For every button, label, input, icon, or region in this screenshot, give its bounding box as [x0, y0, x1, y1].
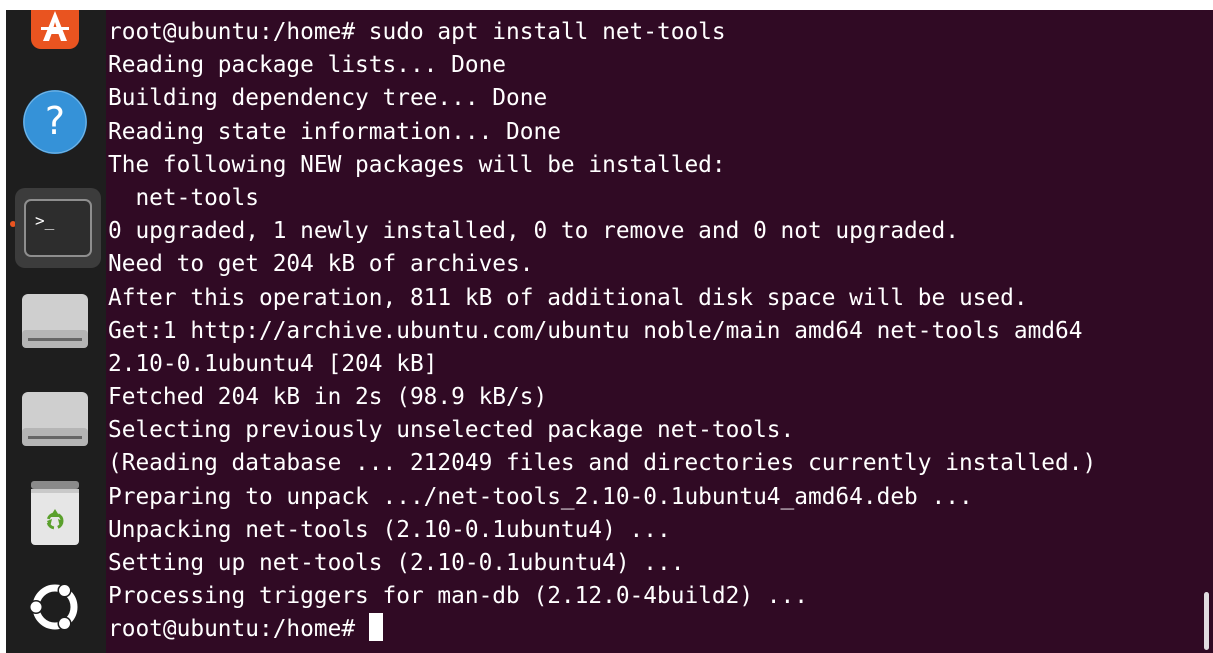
terminal-glyph: >_	[35, 211, 55, 230]
dock-item-help[interactable]: ?	[20, 87, 90, 157]
terminal-line: Reading state information... Done	[108, 118, 561, 145]
terminal-line: (Reading database ... 212049 files and d…	[108, 450, 1097, 477]
terminal-line: net-tools	[108, 184, 259, 211]
terminal-icon: >_	[24, 199, 92, 257]
ubuntu-logo-icon	[29, 583, 78, 631]
terminal-line: Reading package lists... Done	[108, 52, 507, 79]
terminal-line: Unpacking net-tools (2.10-0.1ubuntu4) ..…	[108, 516, 671, 543]
terminal-cursor	[368, 613, 383, 642]
terminal-window[interactable]: root@ubuntu:/home# sudo apt install net-…	[106, 10, 1213, 653]
dock-item-app-center[interactable]	[20, 10, 90, 60]
terminal-line: Selecting previously unselected package …	[108, 417, 795, 444]
dock-item-terminal[interactable]: >_	[15, 188, 101, 268]
terminal-line: 0 upgraded, 1 newly installed, 0 to remo…	[108, 218, 959, 245]
desktop-screen: ? >_ root@ubuntu:/home# sudo apt install…	[6, 10, 1213, 653]
help-glyph: ?	[45, 99, 65, 143]
help-icon: ?	[23, 90, 87, 154]
terminal-line: Building dependency tree... Done	[108, 85, 548, 112]
drive-icon	[22, 294, 88, 348]
app-center-icon	[31, 10, 79, 49]
terminal-prompt-line[interactable]: root@ubuntu:/home#	[108, 613, 1096, 646]
drive-icon	[22, 392, 88, 446]
dock-item-trash[interactable]	[20, 478, 90, 548]
dock-item-show-apps[interactable]	[20, 572, 90, 642]
terminal-line: 2.10-0.1ubuntu4 [204 kB]	[108, 350, 438, 377]
terminal-line: Processing triggers for man-db (2.12.0-4…	[108, 583, 808, 610]
terminal-line: Need to get 204 kB of archives.	[108, 251, 534, 278]
terminal-scrollbar[interactable]	[1204, 592, 1209, 650]
terminal-line: The following NEW packages will be insta…	[108, 151, 726, 178]
terminal-prompt: root@ubuntu:/home#	[108, 616, 369, 643]
trash-icon	[31, 481, 79, 545]
terminal-line: Fetched 204 kB in 2s (98.9 kB/s)	[108, 384, 548, 411]
terminal-line: Setting up net-tools (2.10-0.1ubuntu4) .…	[108, 550, 685, 576]
dock-item-drive-1[interactable]	[20, 286, 90, 356]
dock-item-drive-2[interactable]	[20, 384, 90, 454]
terminal-output: root@ubuntu:/home# sudo apt install net-…	[108, 16, 1096, 647]
terminal-line: root@ubuntu:/home# sudo apt install net-…	[108, 19, 726, 45]
terminal-line: Get:1 http://archive.ubuntu.com/ubuntu n…	[108, 317, 1083, 344]
terminal-line: After this operation, 811 kB of addition…	[108, 284, 1028, 311]
terminal-line: Preparing to unpack .../net-tools_2.10-0…	[108, 483, 973, 510]
dock: ? >_	[6, 10, 106, 653]
